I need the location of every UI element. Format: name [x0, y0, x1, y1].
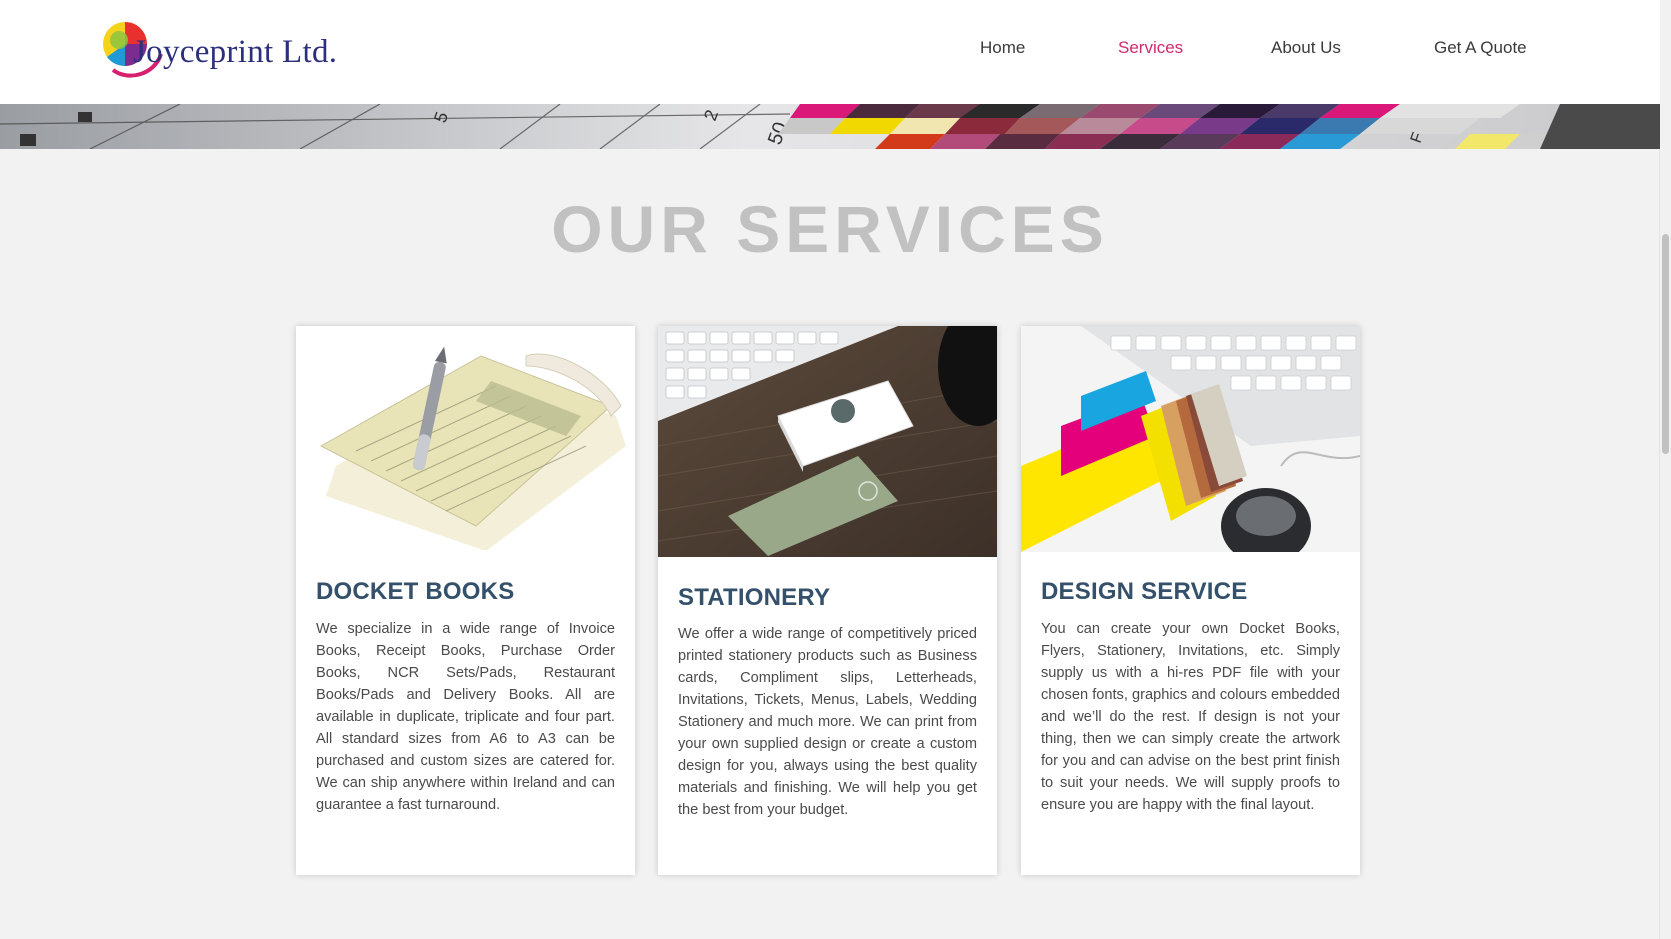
service-card-design-service: DESIGN SERVICE You can create your own D… [1021, 326, 1360, 875]
colour-chart-image: 5 2 50 F [0, 104, 1660, 149]
scrollbar-thumb[interactable] [1662, 234, 1669, 454]
section-title: OUR SERVICES [551, 192, 1109, 266]
card-description: We specialize in a wide range of Invoice… [316, 621, 615, 813]
docket-book-photo [296, 326, 635, 550]
card-title: DESIGN SERVICE [1041, 578, 1248, 605]
card-description: You can create your own Docket Books, Fl… [1041, 621, 1340, 813]
card-description: We offer a wide range of competitively p… [678, 626, 977, 818]
page: Joyceprint Ltd. Home Services About Us G… [0, 0, 1660, 939]
service-card-docket-books: DOCKET BOOKS We specialize in a wide ran… [296, 326, 635, 875]
brand-logo[interactable]: Joyceprint Ltd. [99, 18, 359, 84]
card-title: DOCKET BOOKS [316, 578, 515, 605]
colour-swatch-photo [1021, 326, 1360, 552]
page-scrollbar[interactable] [1659, 0, 1671, 939]
business-cards-photo [658, 326, 997, 557]
site-header: Joyceprint Ltd. Home Services About Us G… [0, 0, 1660, 104]
hero-banner: 5 2 50 F [0, 104, 1660, 149]
brand-name: Joyceprint Ltd. [133, 34, 338, 70]
nav-home-link[interactable]: Home [980, 38, 1025, 58]
service-card-stationery: STATIONERY We offer a wide range of comp… [658, 326, 997, 875]
card-title: STATIONERY [678, 584, 831, 611]
nav-services-link[interactable]: Services [1118, 38, 1183, 58]
nav-quote-link[interactable]: Get A Quote [1434, 38, 1527, 58]
nav-about-link[interactable]: About Us [1271, 38, 1341, 58]
